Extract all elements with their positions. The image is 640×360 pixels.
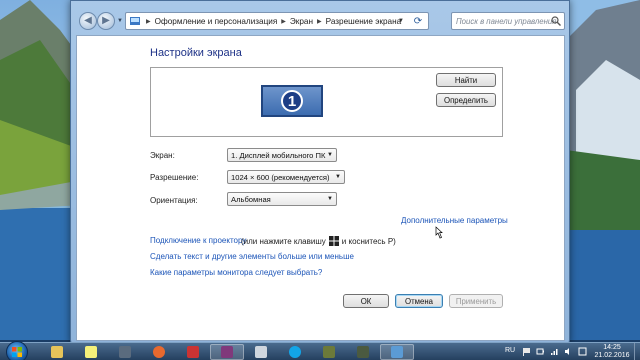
address-bar[interactable]: ▶ Оформление и персонализация ▶ Экран ▶ …	[125, 12, 429, 30]
orientation-select-value: Альбомная	[231, 194, 271, 204]
recent-pages-dropdown-icon[interactable]: ▼	[117, 18, 123, 24]
screen-app-icon	[255, 346, 267, 358]
control-panel-window: ◀ ▶ ▼ ▶ Оформление и персонализация ▶ Эк…	[70, 0, 570, 346]
network-icon[interactable]	[550, 347, 559, 356]
screen-label: Экран:	[150, 151, 175, 160]
resolution-select[interactable]: 1024 × 600 (рекомендуется) ▼	[227, 170, 345, 184]
clock-time: 14:25	[603, 344, 621, 351]
page-title: Настройки экрана	[150, 47, 242, 59]
find-button[interactable]: Найти	[436, 73, 496, 87]
projector-note-after: и коснитесь P)	[341, 236, 396, 246]
taskbar-control-panel[interactable]	[380, 344, 414, 360]
projector-note-before: (или нажмите клавишу	[241, 236, 326, 246]
action-center-icon[interactable]	[578, 347, 587, 356]
advanced-settings-link[interactable]: Дополнительные параметры	[401, 216, 508, 225]
chevron-down-icon: ▼	[327, 196, 333, 202]
image-app-icon	[357, 346, 369, 358]
screen-select[interactable]: 1. Дисплей мобильного ПК ▼	[227, 148, 337, 162]
taskbar-floppy[interactable]	[108, 344, 142, 360]
system-clock[interactable]: 14:25 21.02.2016	[592, 344, 632, 360]
taskbar-game-app[interactable]	[312, 344, 346, 360]
app-icon	[187, 346, 199, 358]
projector-shortcut-note: (или нажмите клавишу и коснитесь P)	[241, 236, 396, 246]
sticky-notes-icon	[85, 346, 97, 358]
battery-icon[interactable]	[536, 347, 545, 356]
orientation-label: Ориентация:	[150, 196, 198, 205]
start-button[interactable]	[6, 341, 28, 360]
desktop-wallpaper-right	[566, 0, 640, 340]
search-input[interactable]: Поиск в панели управления	[451, 12, 565, 30]
screen-select-value: 1. Дисплей мобильного ПК	[231, 150, 326, 160]
orientation-select[interactable]: Альбомная ▼	[227, 192, 337, 206]
taskbar-firefox[interactable]	[142, 344, 176, 360]
taskbar: RU 14:25 21.02.2016	[0, 341, 640, 360]
forward-arrow-icon: ▶	[102, 15, 110, 26]
back-button[interactable]: ◀	[79, 12, 97, 30]
onenote-icon	[221, 346, 233, 358]
windows-logo-icon	[328, 236, 339, 246]
breadcrumb-item[interactable]: Оформление и персонализация	[155, 17, 278, 26]
monitor-1-thumbnail[interactable]: 1	[261, 85, 323, 117]
mouse-cursor-icon	[435, 226, 443, 239]
monitor-number: 1	[281, 90, 303, 112]
folder-icon	[51, 346, 63, 358]
screen-resolution-panel: Настройки экрана 1 Найти Определить Экра…	[76, 35, 565, 341]
refresh-icon[interactable]: ⟳	[410, 13, 426, 29]
taskbar-onenote[interactable]	[210, 344, 244, 360]
control-panel-icon	[130, 17, 140, 25]
ok-button[interactable]: ОК	[343, 294, 389, 308]
control-panel-icon	[391, 346, 403, 358]
address-history-dropdown-icon[interactable]: ▼	[394, 13, 408, 29]
firefox-icon	[153, 346, 165, 358]
search-placeholder: Поиск в панели управления	[456, 16, 557, 26]
volume-icon[interactable]	[564, 347, 573, 356]
show-desktop-button[interactable]	[634, 343, 640, 360]
breadcrumb-separator-icon: ▶	[317, 18, 322, 25]
search-icon	[551, 16, 561, 26]
which-monitor-settings-link[interactable]: Какие параметры монитора следует выбрать…	[150, 268, 322, 277]
text-size-link[interactable]: Сделать текст и другие элементы больше и…	[150, 252, 354, 261]
display-preview-area: 1 Найти Определить	[150, 67, 503, 137]
breadcrumb-item[interactable]: Экран	[290, 17, 313, 26]
taskbar-generic-app[interactable]	[176, 344, 210, 360]
taskbar-explorer[interactable]	[40, 344, 74, 360]
game-app-icon	[323, 346, 335, 358]
chevron-down-icon: ▼	[327, 152, 333, 158]
breadcrumb-item[interactable]: Разрешение экрана	[326, 17, 402, 26]
taskbar-skype[interactable]	[278, 344, 312, 360]
taskbar-sticky-notes[interactable]	[74, 344, 108, 360]
cancel-button[interactable]: Отмена	[395, 294, 443, 308]
connect-projector-link[interactable]: Подключение к проектору	[150, 236, 246, 245]
back-arrow-icon: ◀	[84, 15, 92, 26]
navigation-bar: ◀ ▶ ▼ ▶ Оформление и персонализация ▶ Эк…	[71, 9, 569, 33]
floppy-disk-icon	[119, 346, 131, 358]
identify-button[interactable]: Определить	[436, 93, 496, 107]
taskbar-screen-app[interactable]	[244, 344, 278, 360]
clock-date: 21.02.2016	[594, 352, 630, 359]
breadcrumb-separator-icon: ▶	[281, 18, 286, 25]
windows-logo-icon	[12, 347, 22, 357]
resolution-label: Разрешение:	[150, 173, 199, 182]
chevron-down-icon: ▼	[335, 174, 341, 180]
language-indicator[interactable]: RU	[505, 347, 515, 354]
apply-button[interactable]: Применить	[449, 294, 503, 308]
resolution-select-value: 1024 × 600 (рекомендуется)	[231, 172, 330, 182]
taskbar-image-app[interactable]	[346, 344, 380, 360]
flag-icon[interactable]	[522, 347, 531, 356]
breadcrumb-separator-icon: ▶	[146, 18, 151, 25]
forward-button[interactable]: ▶	[97, 12, 115, 30]
skype-icon	[289, 346, 301, 358]
